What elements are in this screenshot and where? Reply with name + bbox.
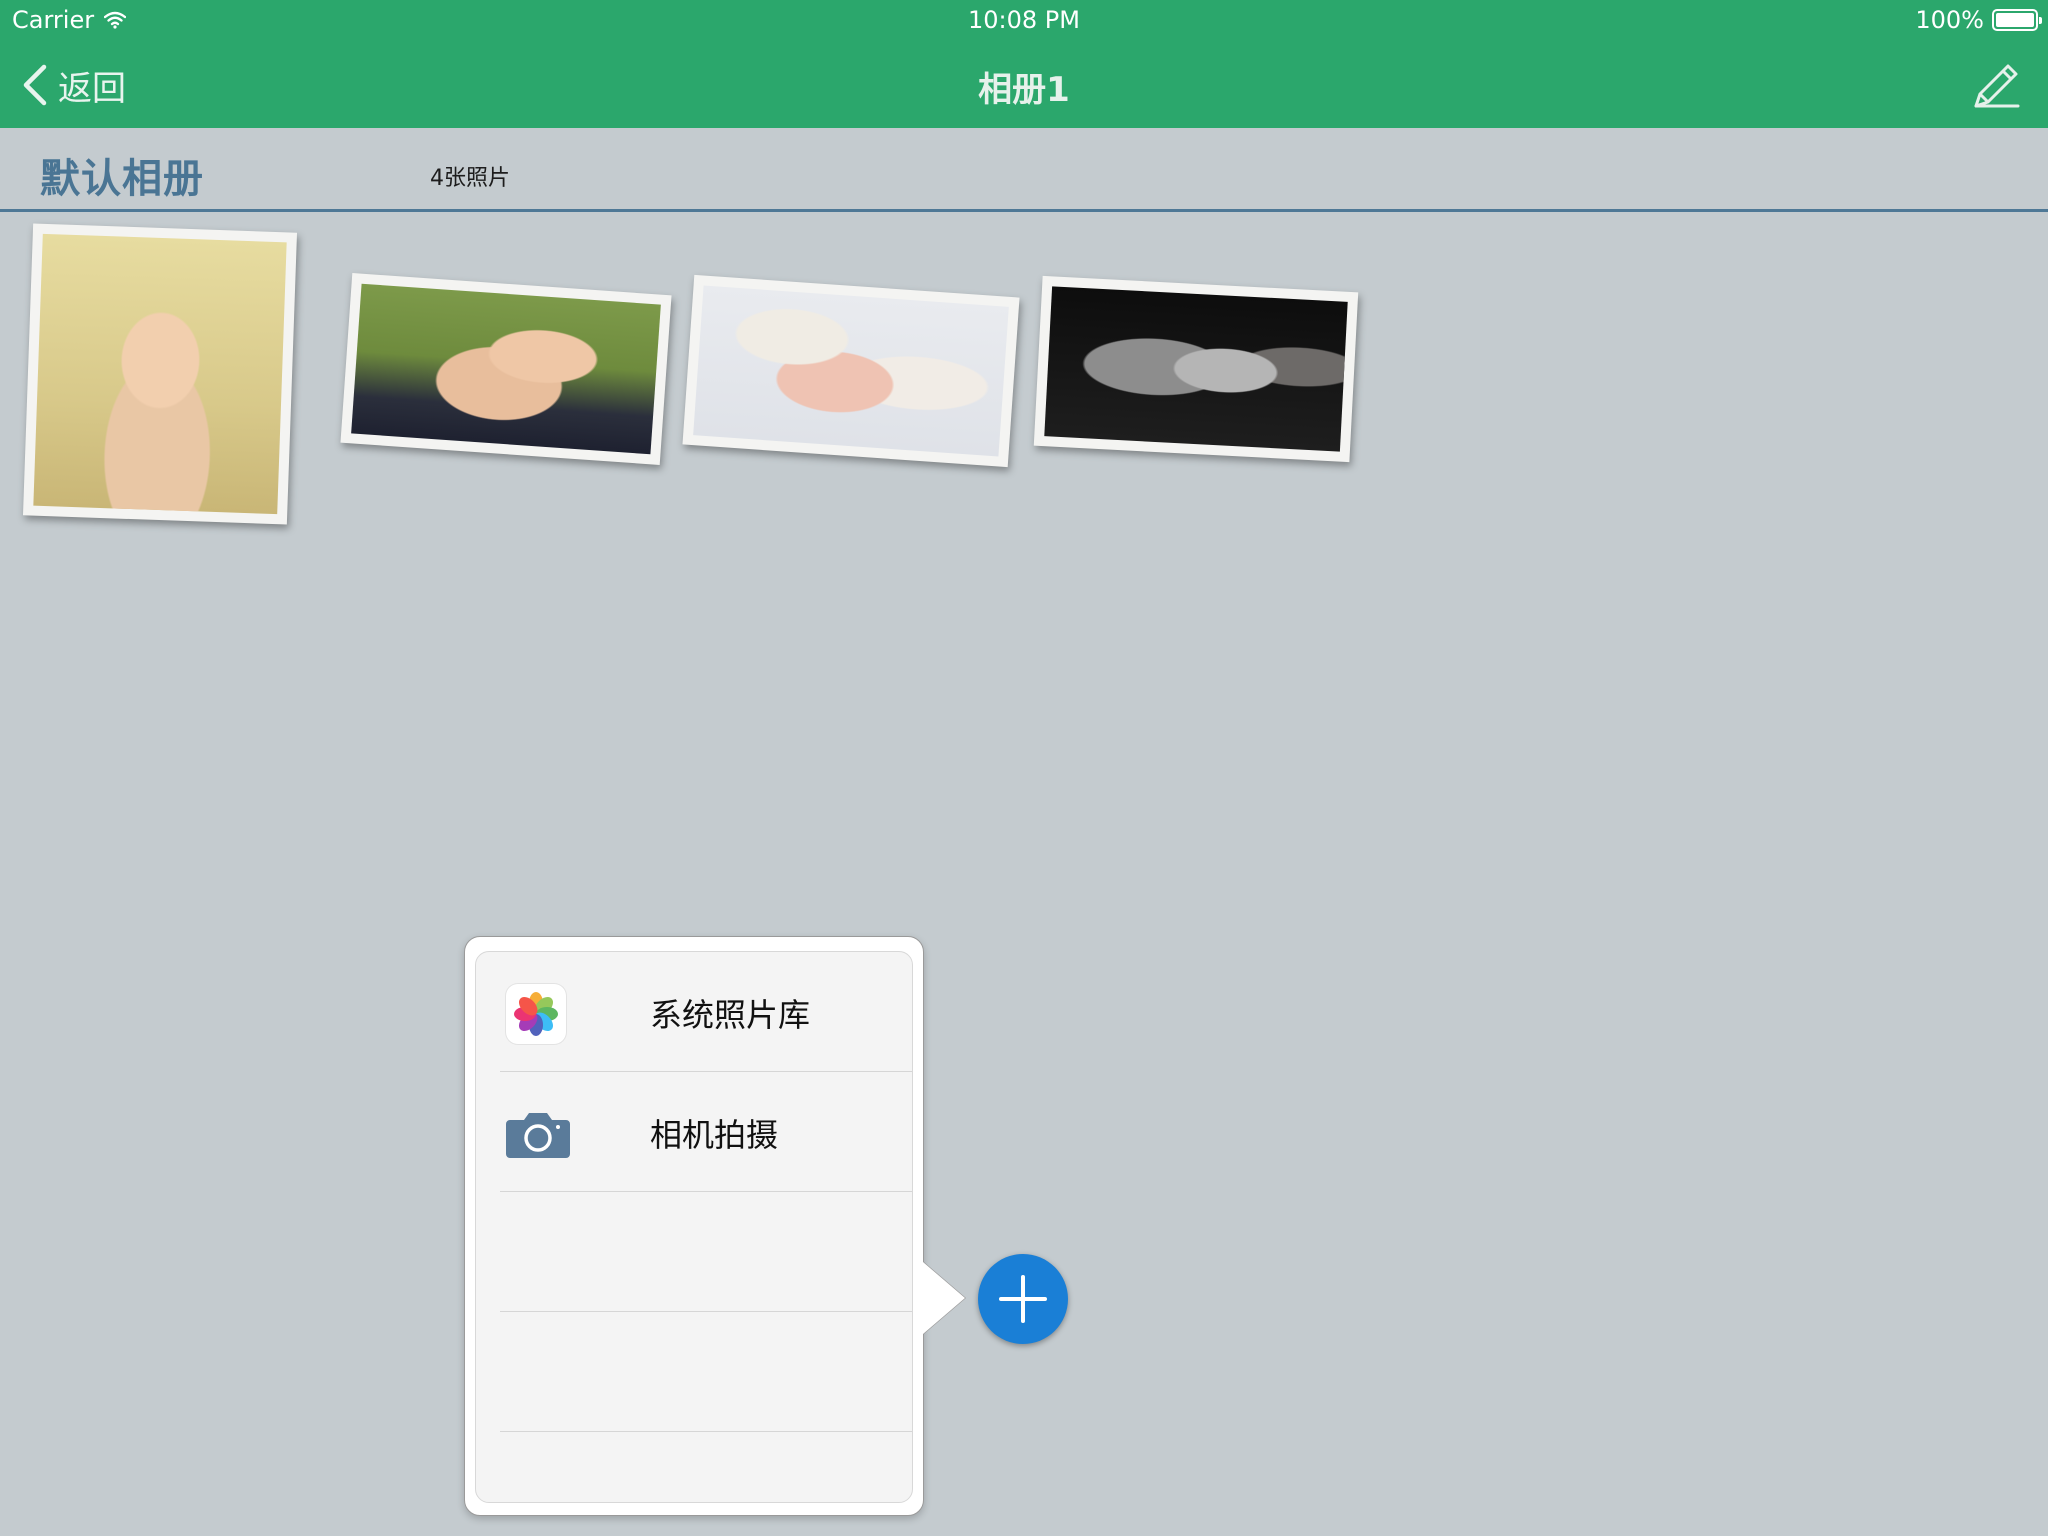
menu-item-photo-library[interactable]: 系统照片库 bbox=[500, 952, 912, 1072]
page-title: 相册1 bbox=[978, 70, 1070, 110]
navigation-bar: Carrier 10:08 PM 100% 返回 相册1 bbox=[0, 0, 2048, 128]
album-photo-count: 4张照片 bbox=[430, 166, 510, 191]
popover-arrow bbox=[923, 1262, 965, 1334]
photo-thumbnail[interactable] bbox=[1033, 275, 1359, 463]
photo-thumbnail[interactable] bbox=[682, 274, 1020, 468]
menu-item-empty[interactable] bbox=[500, 1312, 912, 1432]
photo-thumbnail[interactable] bbox=[340, 273, 672, 465]
photos-app-icon bbox=[506, 984, 566, 1044]
menu-item-empty[interactable] bbox=[500, 1192, 912, 1312]
camera-icon bbox=[506, 1113, 570, 1158]
menu-item-camera[interactable]: 相机拍摄 bbox=[500, 1072, 912, 1192]
menu-item-label: 系统照片库 bbox=[650, 996, 811, 1034]
app-screen: Carrier 10:08 PM 100% 返回 相册1 默认相册 4张照片 系… bbox=[0, 0, 2048, 1536]
popover-menu-list: 系统照片库 相机拍摄 bbox=[475, 951, 913, 1503]
menu-item-label: 相机拍摄 bbox=[650, 1116, 779, 1154]
photo-thumbnail[interactable] bbox=[22, 223, 298, 525]
photo-image bbox=[351, 283, 661, 455]
photo-image bbox=[33, 233, 287, 515]
pencil-icon[interactable] bbox=[1968, 56, 2024, 112]
battery-percentage: 100% bbox=[1915, 6, 1984, 34]
status-time: 10:08 PM bbox=[968, 6, 1080, 34]
battery-fill bbox=[1996, 13, 2034, 27]
add-photo-button[interactable] bbox=[978, 1254, 1068, 1344]
album-header: 默认相册 4张照片 bbox=[0, 128, 2048, 212]
album-name: 默认相册 bbox=[40, 156, 204, 202]
battery-icon bbox=[1992, 9, 2042, 31]
status-battery: 100% bbox=[1915, 6, 2042, 34]
photo-image bbox=[1044, 286, 1348, 452]
photo-image bbox=[693, 285, 1009, 457]
add-photo-popover: 系统照片库 相机拍摄 bbox=[464, 936, 924, 1516]
